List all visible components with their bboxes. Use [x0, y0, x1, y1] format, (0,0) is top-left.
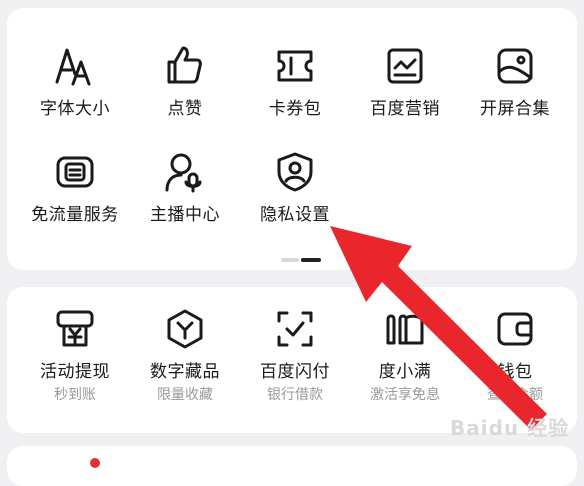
baidu-marketing-label: 百度营销 [370, 99, 440, 119]
page-dot-active [301, 258, 321, 262]
privacy-shield-icon [277, 152, 313, 192]
page-dot-inactive [281, 258, 299, 262]
like-item[interactable]: 点赞 [130, 44, 240, 119]
splash-collection-label: 开屏合集 [480, 99, 550, 119]
flash-pay-item[interactable]: 百度闪付 银行借款 [240, 307, 350, 404]
du-xiaoman-icon [386, 314, 424, 345]
coupon-item[interactable]: 卡券包 [240, 44, 350, 119]
privacy-settings-label: 隐私设置 [260, 205, 330, 225]
font-size-label: 字体大小 [40, 99, 110, 119]
watermark: Baidu 经验 [450, 416, 570, 440]
anchor-mic-icon [165, 153, 202, 193]
wallet-sub: 查看余额 [487, 387, 543, 403]
marketing-icon [387, 48, 423, 84]
withdraw-icon [56, 310, 94, 347]
digital-collection-label: 数字藏品 [150, 362, 220, 382]
wallet-item[interactable]: 钱包 查看余额 [460, 307, 570, 404]
digital-collection-sub: 限量收藏 [157, 387, 213, 403]
image-icon [497, 48, 533, 84]
data-free-icon [56, 156, 94, 188]
red-dot-icon [90, 458, 100, 468]
du-xiaoman-item[interactable]: 度小满 激活享免息 [350, 307, 460, 404]
anchor-center-label: 主播中心 [150, 205, 220, 225]
font-size-icon [55, 48, 91, 86]
digital-collection-icon [167, 309, 203, 349]
baidu-marketing-item[interactable]: 百度营销 [350, 44, 460, 119]
du-xiaoman-sub: 激活享免息 [370, 387, 440, 403]
like-label: 点赞 [167, 99, 203, 119]
coupon-label: 卡券包 [268, 99, 322, 119]
data-free-item[interactable]: 免流量服务 [20, 150, 130, 225]
wallet-label: 钱包 [497, 362, 533, 382]
withdraw-sub: 秒到账 [54, 387, 96, 403]
flash-pay-label: 百度闪付 [260, 362, 330, 382]
data-free-label: 免流量服务 [31, 205, 119, 225]
withdraw-label: 活动提现 [40, 362, 110, 382]
flash-pay-sub: 银行借款 [267, 387, 323, 403]
anchor-center-item[interactable]: 主播中心 [130, 150, 240, 225]
splash-collection-item[interactable]: 开屏合集 [460, 44, 570, 119]
tools-card: 字体大小 点赞 卡券包 百度营销 开屏合集 免流量服务 主播中心 隐私设置 [7, 8, 577, 270]
thumbs-up-icon [167, 46, 202, 84]
privacy-settings-item[interactable]: 隐私设置 [240, 150, 350, 225]
wallet-icon [497, 312, 533, 346]
withdraw-item[interactable]: 活动提现 秒到账 [20, 307, 130, 404]
ticket-icon [277, 50, 313, 82]
font-size-item[interactable]: 字体大小 [20, 44, 130, 119]
digital-collection-item[interactable]: 数字藏品 限量收藏 [130, 307, 240, 404]
du-xiaoman-label: 度小满 [378, 362, 432, 382]
flash-pay-icon [277, 311, 313, 347]
